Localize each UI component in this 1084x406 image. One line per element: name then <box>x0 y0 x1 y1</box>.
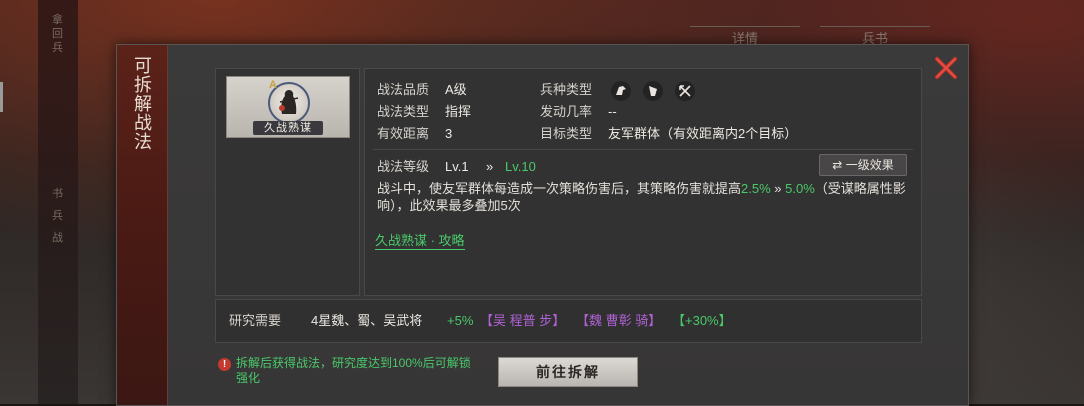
description-text: 战斗中，使友军群体每造成一次策略伤害后，其策略伤害就提高 <box>377 181 742 196</box>
range-label: 有效距离 <box>377 126 430 141</box>
research-label: 研究需要 <box>229 313 282 328</box>
research-requirement: 4星魏、蜀、吴武将 <box>311 313 423 328</box>
strategy-guide-link[interactable]: 久战熟谋 · 攻略 <box>375 233 465 250</box>
research-requirement-panel: 研究需要 4星魏、蜀、吴武将 +5% 【吴 程普 步】 【魏 曹彰 骑】 【+3… <box>215 299 922 343</box>
research-bonus-2: 【+30%】 <box>672 313 732 328</box>
close-button[interactable] <box>931 53 961 83</box>
trigger-rate-label: 发动几率 <box>540 104 593 119</box>
go-decompose-button[interactable]: 前往拆解 <box>498 357 638 387</box>
background-side-label: 书 <box>52 188 63 200</box>
type-label: 战法类型 <box>377 104 430 119</box>
skill-grade-letter: A <box>269 79 277 91</box>
skill-level-label: 战法等级 <box>377 159 430 174</box>
description-value-high: 5.0% <box>785 181 815 196</box>
effect-level-label: 一级效果 <box>845 158 894 172</box>
skill-info-panel: 战法品质 A级 战法类型 指挥 有效距离 3 兵种类型 发动几率 -- 目标类型… <box>364 68 922 296</box>
level-arrow-icon: » <box>486 159 494 174</box>
research-generals-1: 【吴 程普 步】 <box>480 313 566 328</box>
cavalry-icon <box>611 81 631 101</box>
effect-level-button[interactable]: ⇄ 一级效果 <box>819 154 907 176</box>
description-arrow: » <box>774 181 782 196</box>
warning-icon: ! <box>218 358 231 371</box>
dialog-title: 可拆解战法 <box>134 56 152 153</box>
background-side-label: 兵 <box>52 210 63 222</box>
skill-level-current: Lv.1 <box>445 159 469 174</box>
skill-card[interactable]: A 久战熟谋 <box>226 76 350 138</box>
target-type-value: 友军群体（有效距离内2个目标） <box>608 126 798 141</box>
background-side-label: 拿 <box>52 14 63 26</box>
quality-value: A级 <box>445 82 467 97</box>
background-side-label: 兵 <box>52 42 63 54</box>
close-x-icon <box>935 57 957 79</box>
target-type-label: 目标类型 <box>540 126 593 141</box>
dialog-title-bar: 可拆解战法 <box>117 45 168 405</box>
troop-type-label: 兵种类型 <box>540 82 593 97</box>
decompose-warning-text: 拆解后获得战法，研究度达到100%后可解锁强化 <box>236 356 471 385</box>
description-value-low: 2.5% <box>741 181 771 196</box>
research-generals-2: 【魏 曹彰 骑】 <box>576 313 662 328</box>
background-side-label: 战 <box>52 232 63 244</box>
decompose-skill-dialog: 可拆解战法 A 久战熟谋 战法品质 A级 战法类型 指挥 有效距离 3 兵种类型… <box>116 44 969 406</box>
shield-icon <box>643 81 663 101</box>
skill-level-max: Lv.10 <box>505 159 536 174</box>
range-value: 3 <box>445 126 453 141</box>
skill-description: 战斗中，使友军群体每造成一次策略伤害后，其策略伤害就提高2.5% » 5.0%（… <box>377 180 912 214</box>
section-divider <box>373 149 913 150</box>
skill-name: 久战熟谋 <box>253 121 323 135</box>
scroll-indicator <box>0 82 3 112</box>
type-value: 指挥 <box>445 104 472 119</box>
research-bonus-1: +5% <box>447 313 474 328</box>
background-side-strip <box>38 0 78 404</box>
trigger-rate-value: -- <box>608 104 617 119</box>
background-side-label: 回 <box>52 28 63 40</box>
skill-card-panel: A 久战熟谋 <box>215 68 360 296</box>
swap-arrows-icon: ⇄ <box>832 158 843 172</box>
archer-icon <box>675 81 695 101</box>
quality-label: 战法品质 <box>377 82 430 97</box>
